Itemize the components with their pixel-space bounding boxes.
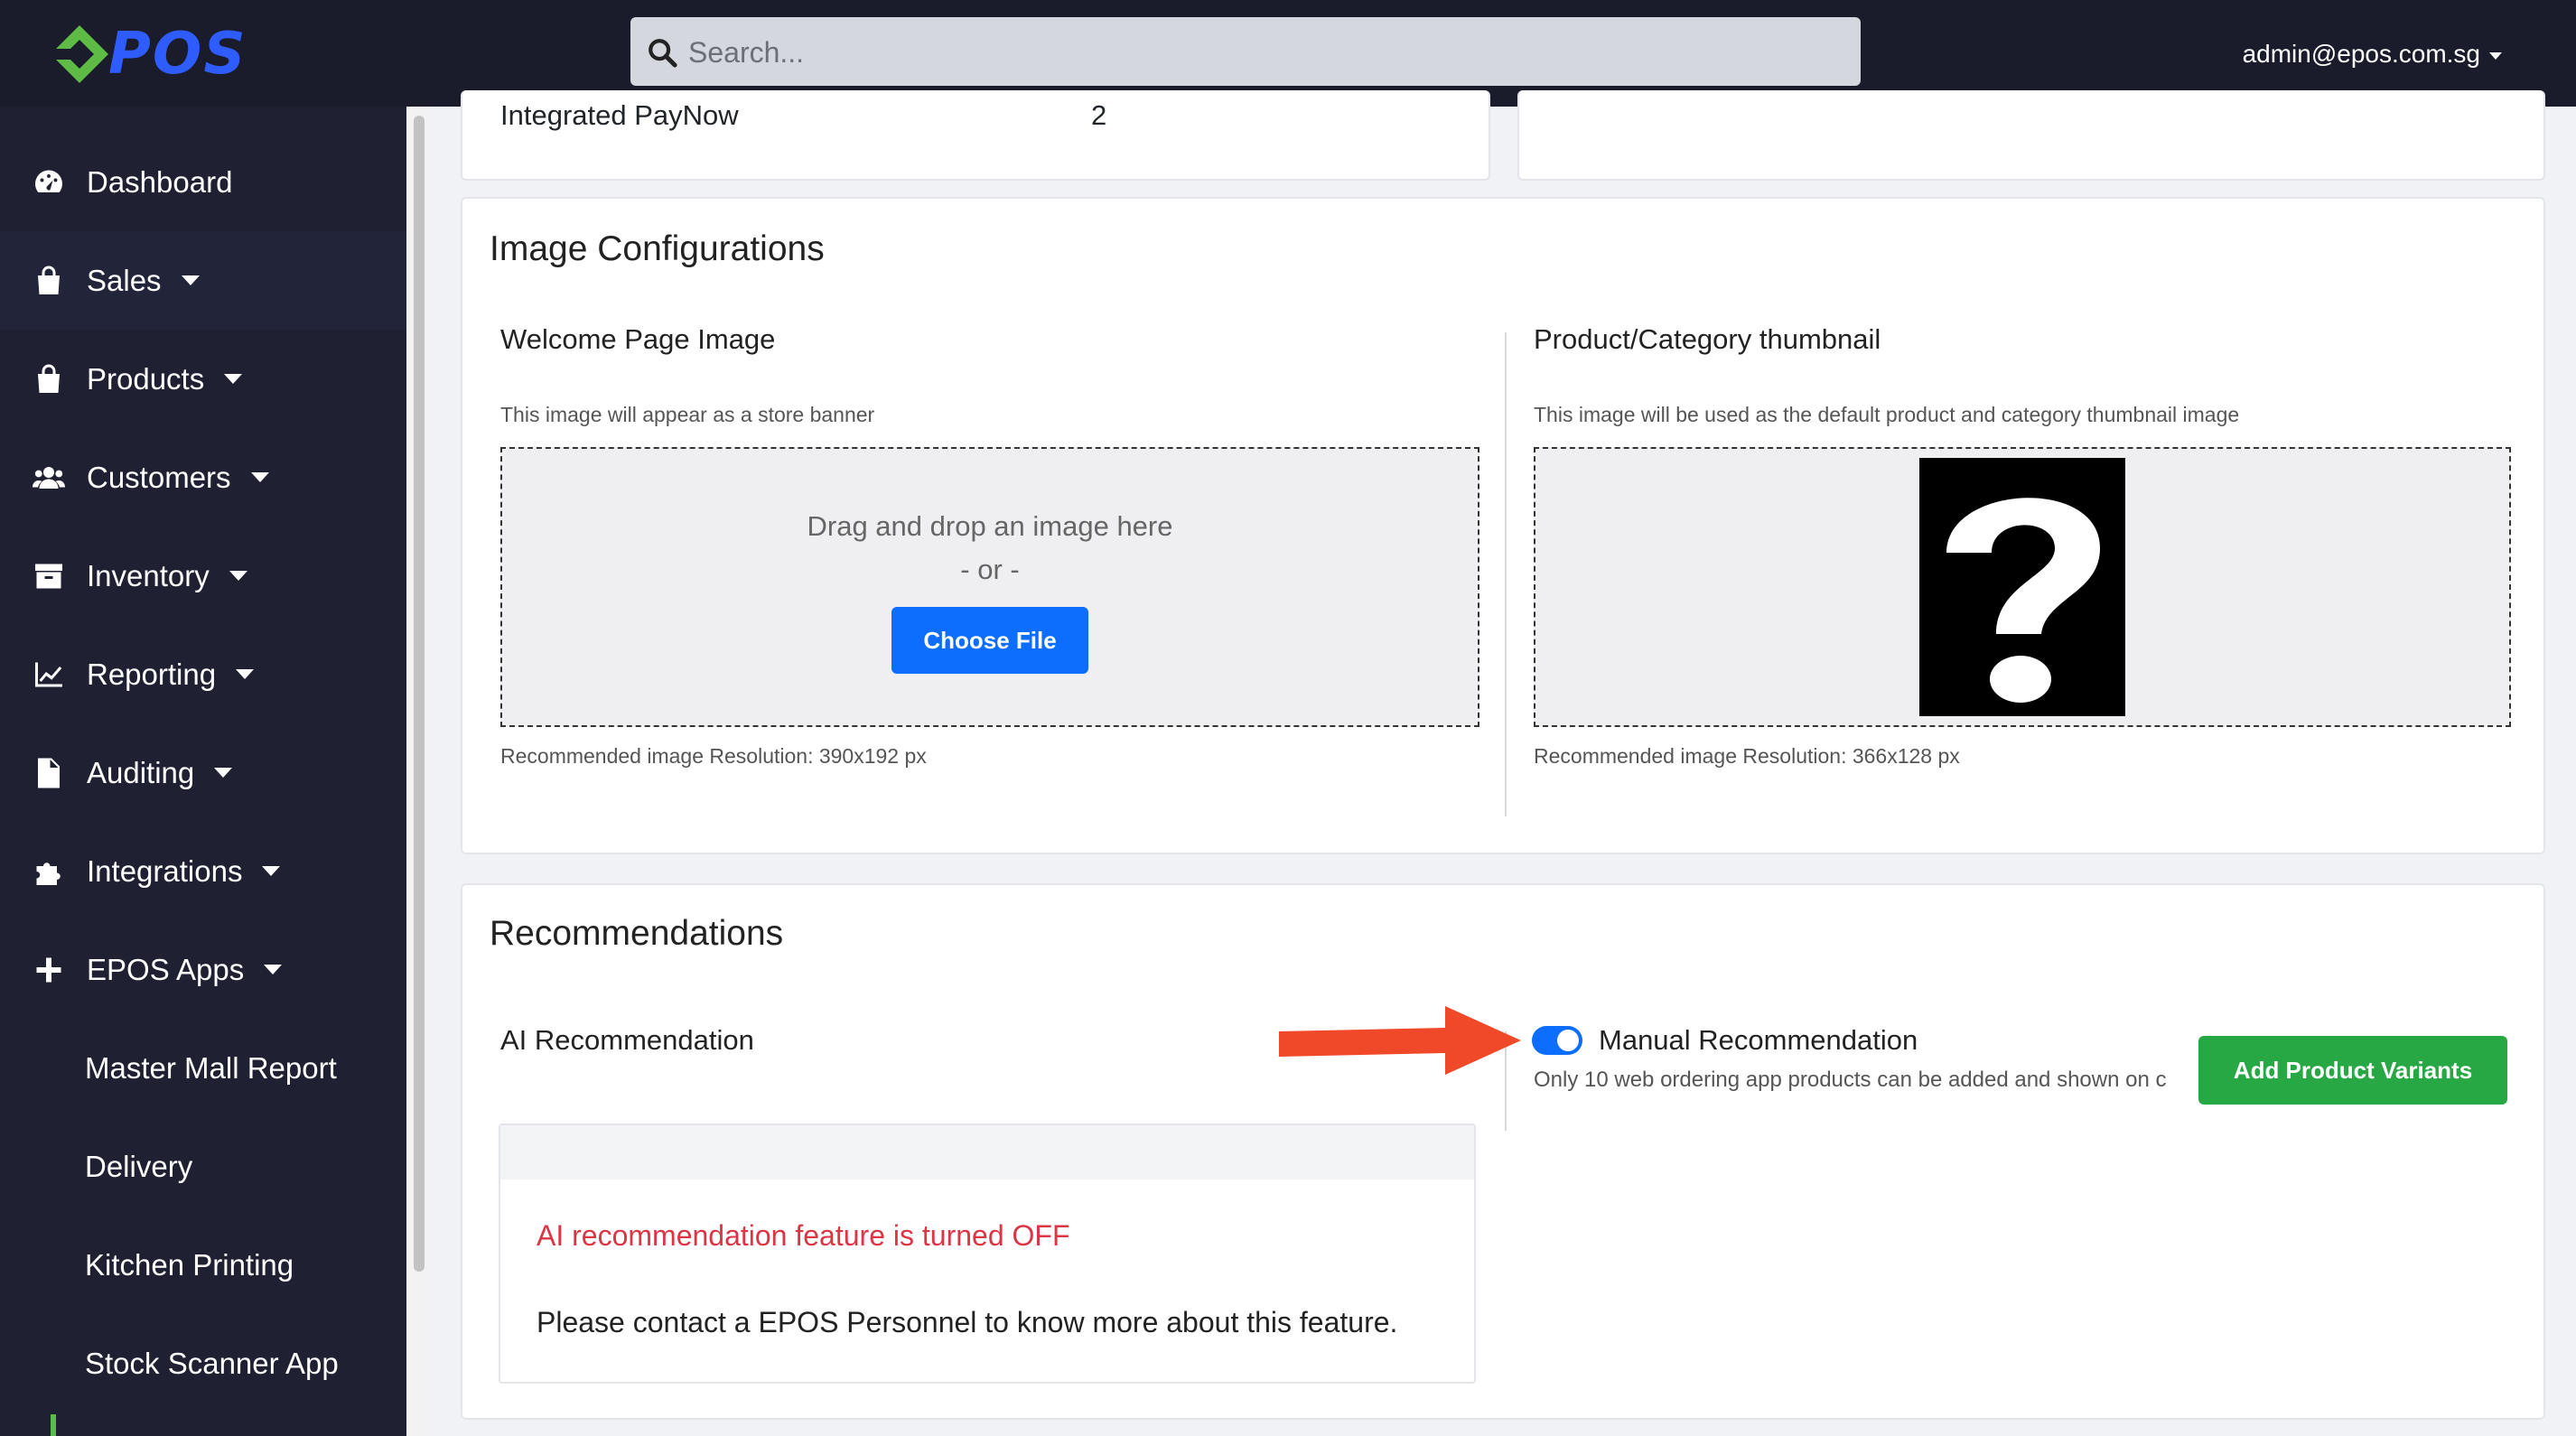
archive-box-icon xyxy=(31,558,67,594)
empty-card xyxy=(1517,90,2545,181)
user-menu[interactable]: admin@epos.com.sg xyxy=(2243,34,2502,74)
dashboard-icon xyxy=(31,164,67,200)
ai-recommendation-label: AI Recommendation xyxy=(500,1024,754,1056)
chevron-down-icon xyxy=(236,669,255,679)
sidebar-item-label: Auditing xyxy=(87,755,195,789)
user-email: admin@epos.com.sg xyxy=(2242,40,2480,68)
shopping-bag-icon xyxy=(31,361,67,397)
active-indicator xyxy=(51,1414,56,1436)
welcome-image-title: Welcome Page Image xyxy=(500,323,776,355)
thumbnail-resolution: Recommended image Resolution: 366x128 px xyxy=(1534,744,1960,768)
question-mark-icon xyxy=(1946,498,2100,703)
sidebar-item-label: Kitchen Printing xyxy=(85,1247,294,1282)
sidebar-item-label: Reporting xyxy=(87,657,217,691)
search-input[interactable] xyxy=(686,17,1846,88)
chevron-down-icon xyxy=(181,275,200,285)
manual-recommendation-label: Manual Recommendation xyxy=(1599,1024,1918,1056)
sidebar-item-label: Products xyxy=(87,361,205,396)
chevron-down-icon xyxy=(264,965,283,974)
paynow-value: 2 xyxy=(1091,99,1107,131)
line-chart-icon xyxy=(31,657,67,693)
ai-off-message: AI recommendation feature is turned OFF xyxy=(537,1219,1070,1252)
file-icon xyxy=(31,755,67,791)
logo-mark-icon xyxy=(56,25,108,83)
sidebar-item-label: Customers xyxy=(87,460,231,494)
paynow-label: Integrated PayNow xyxy=(500,99,739,131)
sidebar-item-reporting[interactable]: Reporting xyxy=(0,625,406,723)
users-icon xyxy=(31,460,67,496)
toggle-knob xyxy=(1557,1030,1579,1051)
sidebar-item-delivery[interactable]: Delivery xyxy=(0,1117,406,1216)
sidebar-item-products[interactable]: Products xyxy=(0,330,406,428)
column-divider xyxy=(1505,332,1507,816)
sidebar-item-customers[interactable]: Customers xyxy=(0,428,406,527)
search-bar[interactable] xyxy=(630,17,1861,88)
sidebar-item-master-mall-report[interactable]: Master Mall Report xyxy=(0,1019,406,1117)
card-title: Image Configurations xyxy=(490,229,825,268)
choose-file-button[interactable]: Choose File xyxy=(891,607,1088,674)
welcome-image-resolution: Recommended image Resolution: 390x192 px xyxy=(500,744,927,768)
sidebar-item-label: Master Mall Report xyxy=(85,1050,337,1085)
sidebar: Dashboard Sales Products Customers Inven… xyxy=(0,107,406,1436)
chevron-down-icon xyxy=(2489,51,2502,60)
welcome-image-dropzone[interactable]: Drag and drop an image here - or - Choos… xyxy=(500,447,1479,727)
ai-recommendation-box: AI recommendation feature is turned OFF … xyxy=(499,1124,1476,1384)
or-text: - or - xyxy=(960,554,1020,585)
chevron-down-icon xyxy=(229,571,247,581)
thumbnail-help: This image will be used as the default p… xyxy=(1534,403,2240,426)
chevron-down-icon xyxy=(250,472,269,482)
chevron-down-icon xyxy=(262,866,281,876)
sidebar-item-auditing[interactable]: Auditing xyxy=(0,723,406,822)
sidebar-item-sales[interactable]: Sales xyxy=(0,231,406,330)
thumbnail-title: Product/Category thumbnail xyxy=(1534,323,1881,355)
sidebar-item-kitchen-printing[interactable]: Kitchen Printing xyxy=(0,1216,406,1314)
sidebar-item-dashboard[interactable]: Dashboard xyxy=(0,133,406,231)
search-icon xyxy=(649,39,677,68)
puzzle-icon xyxy=(31,853,67,890)
manual-recommendation-toggle[interactable] xyxy=(1532,1026,1582,1055)
sidebar-item-integrations[interactable]: Integrations xyxy=(0,822,406,920)
sidebar-item-label: EPOS Apps xyxy=(87,952,245,986)
add-product-variants-button[interactable]: Add Product Variants xyxy=(2198,1036,2507,1105)
sidebar-item-label: Integrations xyxy=(87,853,243,888)
sidebar-item-epos-apps[interactable]: EPOS Apps xyxy=(0,920,406,1019)
sidebar-item-inventory[interactable]: Inventory xyxy=(0,527,406,625)
sidebar-item-label: Dashboard xyxy=(87,164,233,199)
chevron-down-icon xyxy=(224,374,243,384)
sidebar-item-label: Stock Scanner App xyxy=(85,1346,339,1380)
logo-text: POS xyxy=(108,21,247,88)
annotation-arrow-icon xyxy=(1279,1006,1521,1075)
image-config-card: Image Configurations Welcome Page Image … xyxy=(461,197,2545,854)
plus-icon xyxy=(31,952,67,988)
epos-logo[interactable]: POS xyxy=(52,22,269,87)
sidebar-item-label: Inventory xyxy=(87,558,210,592)
chevron-down-icon xyxy=(214,768,233,778)
paynow-card: Integrated PayNow 2 xyxy=(461,90,1490,181)
card-title: Recommendations xyxy=(490,914,784,953)
question-mark-image xyxy=(1919,458,2125,716)
sidebar-item-label: Delivery xyxy=(85,1149,193,1183)
sidebar-item-label: Sales xyxy=(87,263,162,297)
shopping-bag-icon xyxy=(31,263,67,299)
ai-contact-message: Please contact a EPOS Personnel to know … xyxy=(537,1306,1398,1338)
ai-box-header xyxy=(500,1125,1474,1180)
thumbnail-dropzone[interactable] xyxy=(1534,447,2511,727)
scrollbar-thumb[interactable] xyxy=(414,116,425,1272)
sidebar-scrollbar[interactable] xyxy=(406,107,430,1436)
drag-drop-text: Drag and drop an image here xyxy=(807,510,1173,542)
sidebar-item-stock-scanner-app[interactable]: Stock Scanner App xyxy=(0,1314,406,1413)
welcome-image-help: This image will appear as a store banner xyxy=(500,403,875,426)
